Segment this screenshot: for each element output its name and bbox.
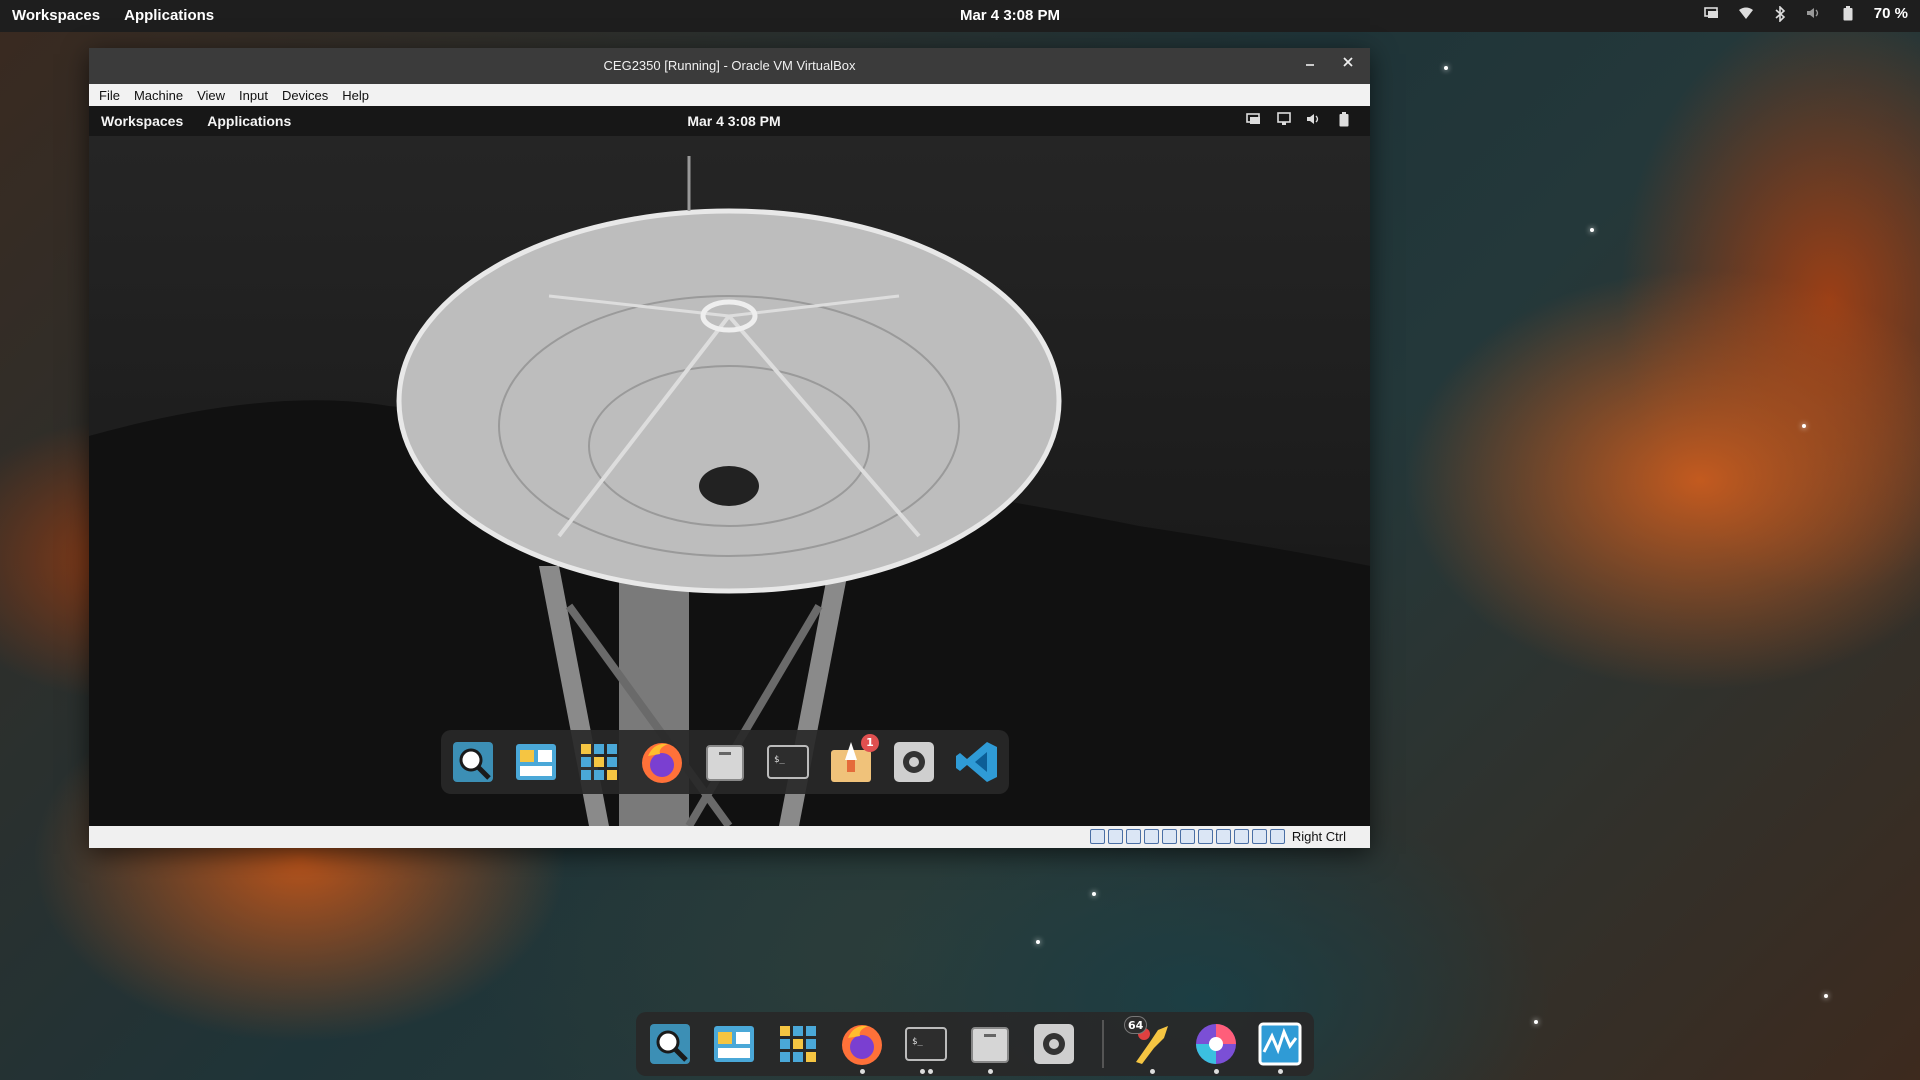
installer-notification-badge: 1 [861,734,879,752]
volume-icon[interactable] [1806,6,1822,22]
audio-icon[interactable] [1125,829,1141,844]
guest-screen[interactable]: Workspaces Applications Mar 4 3:08 PM $_… [89,106,1370,826]
host-dock: $_ 64 [636,1012,1314,1076]
menu-machine[interactable]: Machine [134,88,183,103]
guest-applications-button[interactable]: Applications [207,113,291,129]
guest-workspace-switcher-icon[interactable] [512,738,560,786]
keyboard-icon[interactable] [1269,829,1285,844]
star [1824,994,1828,998]
battery-icon[interactable] [1840,5,1856,22]
guest-app-grid-icon[interactable] [575,738,623,786]
guest-installer-icon[interactable]: 1 [827,734,879,786]
running-indicator [1277,1069,1283,1074]
usb-icon[interactable] [1161,829,1177,844]
star [1590,228,1594,232]
guest-workspaces-button[interactable]: Workspaces [101,113,183,129]
star [1036,940,1040,944]
firefox-icon[interactable] [838,1020,886,1074]
terminal-icon[interactable]: $_ [902,1020,950,1074]
shared-folders-icon[interactable] [1179,829,1195,844]
menu-input[interactable]: Input [239,88,268,103]
guest-vscode-icon[interactable] [953,738,1001,786]
mouse-integration-icon[interactable] [1251,829,1267,844]
host-key-label: Right Ctrl [1291,829,1346,844]
running-indicator [859,1069,865,1074]
recording-icon[interactable] [1215,829,1231,844]
guest-settings-icon[interactable] [890,738,938,786]
network-icon[interactable] [1143,829,1159,844]
running-indicator [1149,1069,1155,1074]
guest-search-app-icon[interactable] [449,738,497,786]
running-indicator [919,1069,925,1074]
vbox-status-bar: Right Ctrl [89,826,1370,848]
wifi-icon[interactable] [1738,6,1754,22]
workspace-switcher-icon[interactable] [710,1020,758,1068]
optical-drive-icon[interactable] [1107,829,1123,844]
screen-share-icon[interactable] [1703,6,1720,22]
bluetooth-icon[interactable] [1772,4,1788,23]
guest-terminal-icon[interactable]: $_ [764,738,812,786]
svg-text:$_: $_ [774,755,785,765]
settings-icon[interactable] [1030,1020,1078,1068]
guest-battery-icon[interactable] [1336,112,1352,128]
host-clock[interactable]: Mar 4 3:08 PM [910,7,1110,24]
menu-file[interactable]: File [99,88,120,103]
app-grid-icon[interactable] [774,1020,822,1068]
search-app-icon[interactable] [646,1020,694,1068]
star [1802,424,1806,428]
guest-network-icon[interactable] [1276,112,1292,128]
guest-screen-share-icon[interactable] [1246,112,1262,128]
guest-top-bar: Workspaces Applications Mar 4 3:08 PM [89,106,1370,136]
guest-firefox-icon[interactable] [638,738,686,786]
files-icon[interactable] [966,1020,1014,1074]
star [1534,1020,1538,1024]
guest-clock[interactable]: Mar 4 3:08 PM [669,113,799,129]
system-monitor-icon[interactable] [1256,1020,1304,1074]
color-picker-icon[interactable] [1192,1020,1240,1074]
display-icon[interactable] [1197,829,1213,844]
ghidra-badge: 64 [1124,1016,1148,1034]
running-indicator [1213,1069,1219,1074]
menu-bar: File Machine View Input Devices Help [89,84,1370,106]
virtualbox-window: CEG2350 [Running] - Oracle VM VirtualBox… [89,48,1370,848]
guest-files-icon[interactable] [701,738,749,786]
star [1092,892,1096,896]
running-indicator [987,1069,993,1074]
ghidra-icon[interactable]: 64 [1124,1016,1176,1074]
minimize-icon[interactable] [1300,55,1320,75]
menu-devices[interactable]: Devices [282,88,328,103]
cpu-icon[interactable] [1233,829,1249,844]
host-top-bar: Workspaces Applications Mar 4 3:08 PM 70… [0,0,1920,32]
radio-telescope-wallpaper [89,156,1370,826]
guest-dock: $_ 1 [441,730,1009,794]
close-icon[interactable] [1338,55,1358,75]
window-title: CEG2350 [Running] - Oracle VM VirtualBox [603,58,856,73]
host-applications-button[interactable]: Applications [124,7,214,24]
menu-help[interactable]: Help [342,88,369,103]
battery-percentage[interactable]: 70 % [1874,5,1908,22]
hard-disk-icon[interactable] [1089,829,1105,844]
host-workspaces-button[interactable]: Workspaces [12,7,100,24]
running-indicator [927,1069,933,1074]
svg-text:$_: $_ [912,1037,923,1047]
menu-view[interactable]: View [197,88,225,103]
guest-volume-icon[interactable] [1306,112,1322,128]
window-titlebar[interactable]: CEG2350 [Running] - Oracle VM VirtualBox [89,48,1370,84]
star [1444,66,1448,70]
dock-separator [1102,1020,1104,1068]
